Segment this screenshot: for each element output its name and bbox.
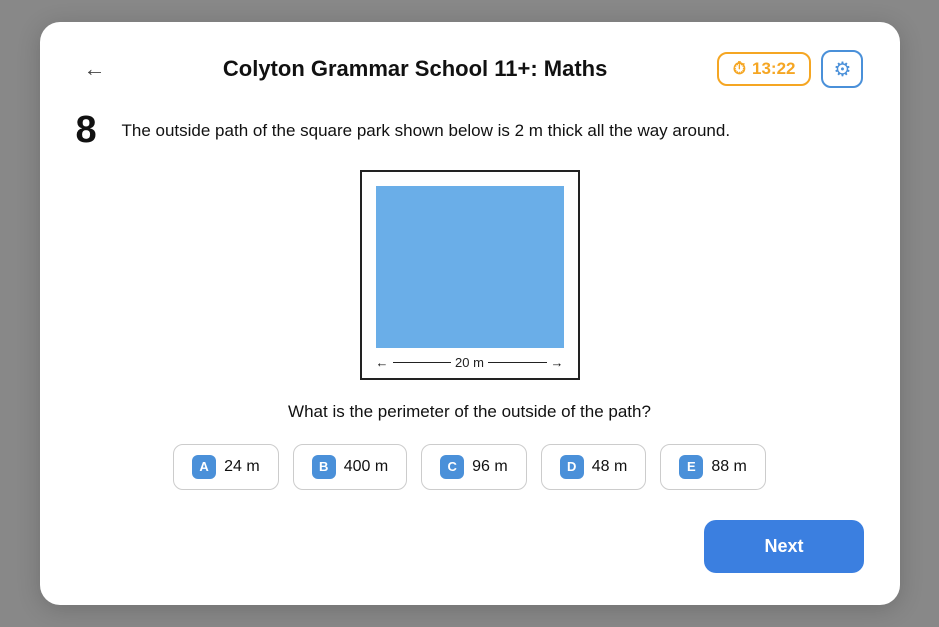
timer-value: 13:22 <box>752 59 795 79</box>
sub-question: What is the perimeter of the outside of … <box>76 402 864 422</box>
diagram-outer: ← 20 m → <box>360 170 580 380</box>
option-letter-c: C <box>440 455 464 479</box>
line-left <box>393 362 452 364</box>
option-d[interactable]: D 48 m <box>541 444 647 490</box>
question-number: 8 <box>76 110 108 152</box>
next-button[interactable]: Next <box>704 520 863 573</box>
option-letter-a: A <box>192 455 216 479</box>
quiz-card: ← Colyton Grammar School 11+: Maths ⏱ 13… <box>40 22 900 605</box>
timer-badge: ⏱ 13:22 <box>717 52 812 86</box>
option-value-d: 48 m <box>592 458 628 476</box>
header: ← Colyton Grammar School 11+: Maths ⏱ 13… <box>76 50 864 88</box>
header-controls: ⏱ 13:22 ⚙ <box>717 50 864 88</box>
page-title: Colyton Grammar School 11+: Maths <box>223 56 607 82</box>
option-b[interactable]: B 400 m <box>293 444 407 490</box>
diagram-area: ← 20 m → <box>76 170 864 380</box>
option-e[interactable]: E 88 m <box>660 444 766 490</box>
option-value-e: 88 m <box>711 458 747 476</box>
arrow-right: → <box>551 355 564 370</box>
option-value-b: 400 m <box>344 458 388 476</box>
question-row: 8 The outside path of the square park sh… <box>76 110 864 152</box>
option-value-c: 96 m <box>472 458 508 476</box>
option-value-a: 24 m <box>224 458 260 476</box>
measurement-label: 20 m <box>455 355 484 370</box>
question-text: The outside path of the square park show… <box>122 110 731 144</box>
option-letter-b: B <box>312 455 336 479</box>
option-c[interactable]: C 96 m <box>421 444 527 490</box>
timer-icon: ⏱ <box>733 59 746 79</box>
options-row: A 24 m B 400 m C 96 m D 48 m E 88 m <box>76 444 864 490</box>
option-letter-e: E <box>679 455 703 479</box>
back-button[interactable]: ← <box>76 52 114 86</box>
arrow-left: ← <box>376 355 389 370</box>
option-letter-d: D <box>560 455 584 479</box>
measurement-row: ← 20 m → <box>376 355 564 370</box>
footer: Next <box>76 520 864 573</box>
diagram-inner <box>376 186 564 348</box>
option-a[interactable]: A 24 m <box>173 444 279 490</box>
settings-button[interactable]: ⚙ <box>821 50 863 88</box>
line-right <box>488 362 547 364</box>
